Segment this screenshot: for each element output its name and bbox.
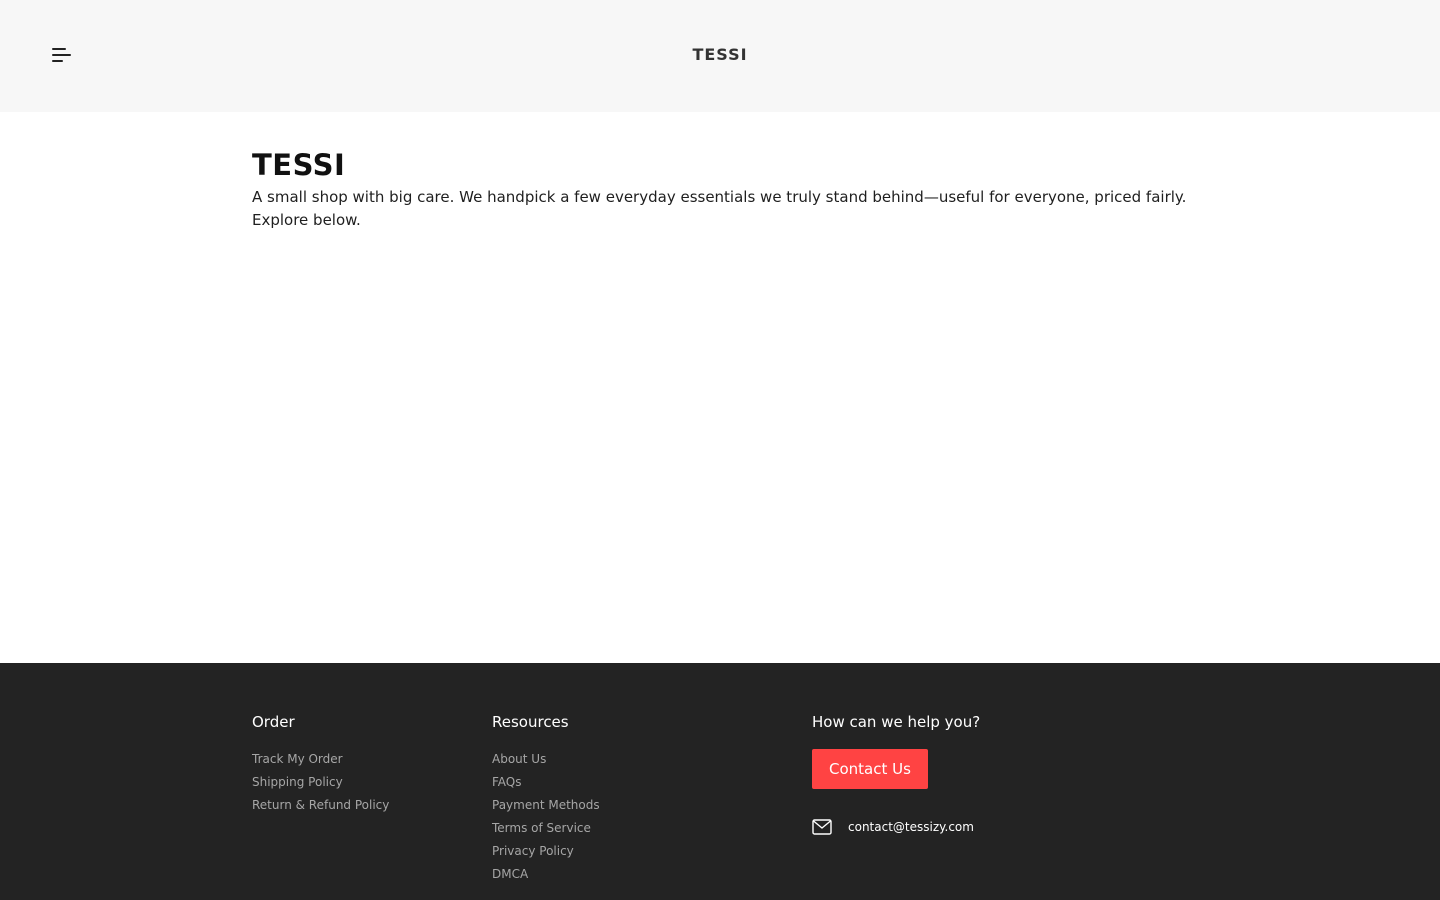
mail-icon bbox=[812, 819, 832, 835]
page-title: TESSI bbox=[252, 148, 346, 182]
footer-order-column: Order Track My Order Shipping Policy Ret… bbox=[252, 712, 389, 817]
contact-us-button[interactable]: Contact Us bbox=[812, 749, 928, 789]
site-logo[interactable]: TESSI bbox=[0, 45, 1440, 64]
main-content: TESSI A small shop with big care. We han… bbox=[252, 148, 1192, 232]
site-header: TESSI bbox=[0, 0, 1440, 112]
footer-help-column: How can we help you? Contact Us contact@… bbox=[812, 712, 980, 835]
page-description: A small shop with big care. We handpick … bbox=[252, 188, 1187, 229]
footer-resources-column: Resources About Us FAQs Payment Methods … bbox=[492, 712, 600, 886]
footer-link-terms-of-service[interactable]: Terms of Service bbox=[492, 817, 600, 840]
footer-link-shipping-policy[interactable]: Shipping Policy bbox=[252, 771, 389, 794]
contact-email-row[interactable]: contact@tessizy.com bbox=[812, 819, 980, 835]
footer-resources-heading: Resources bbox=[492, 713, 569, 731]
footer-link-faqs[interactable]: FAQs bbox=[492, 771, 600, 794]
footer-link-privacy-policy[interactable]: Privacy Policy bbox=[492, 840, 600, 863]
contact-email[interactable]: contact@tessizy.com bbox=[848, 820, 974, 834]
footer-link-about-us[interactable]: About Us bbox=[492, 748, 600, 771]
footer-order-heading: Order bbox=[252, 713, 295, 731]
footer-link-return-refund-policy[interactable]: Return & Refund Policy bbox=[252, 794, 389, 817]
footer-link-track-order[interactable]: Track My Order bbox=[252, 748, 389, 771]
site-footer: Order Track My Order Shipping Policy Ret… bbox=[0, 663, 1440, 900]
footer-link-dmca[interactable]: DMCA bbox=[492, 863, 600, 886]
footer-link-payment-methods[interactable]: Payment Methods bbox=[492, 794, 600, 817]
footer-help-heading: How can we help you? bbox=[812, 713, 981, 731]
